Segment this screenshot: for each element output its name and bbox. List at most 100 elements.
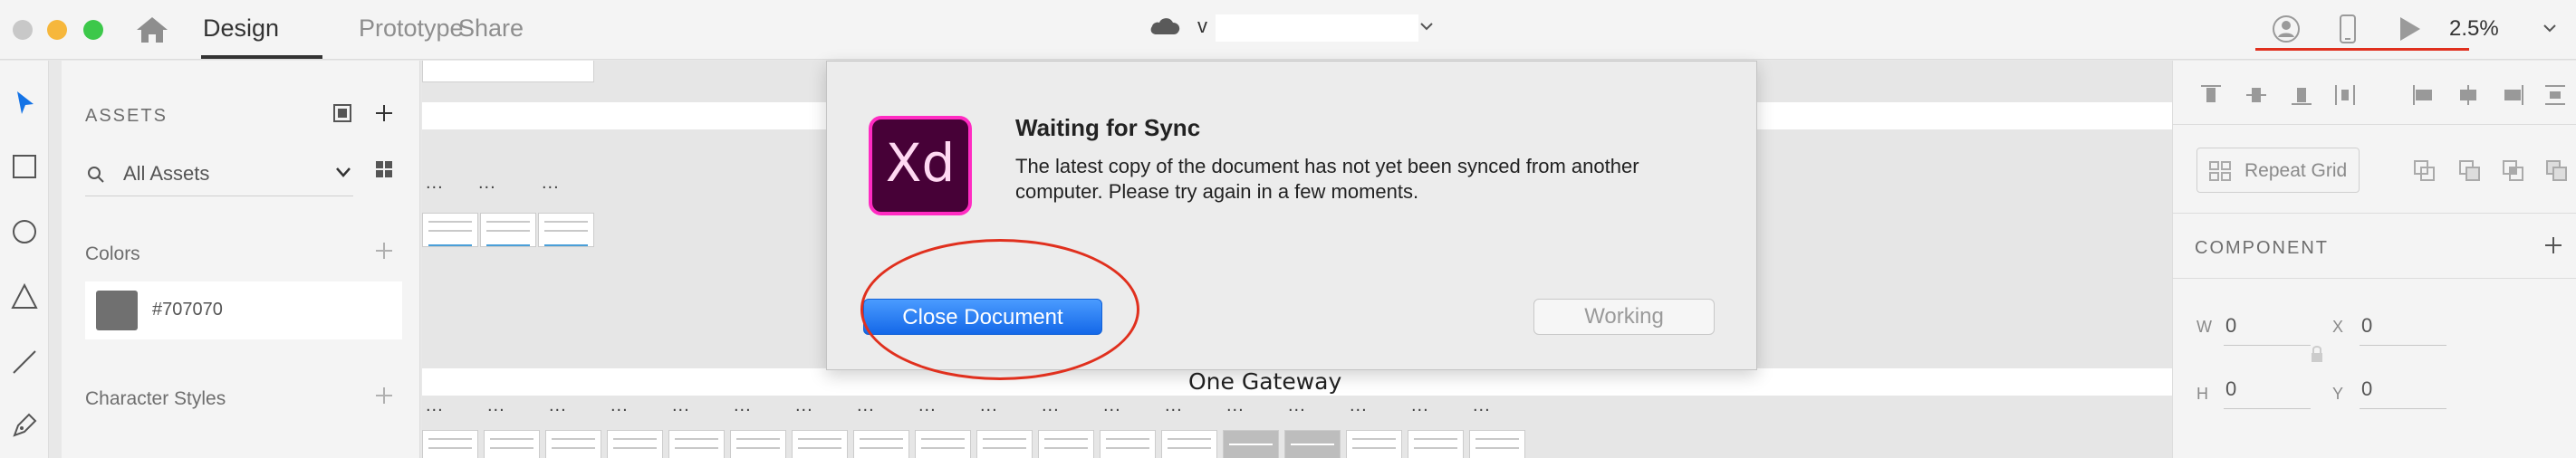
artboard-thumbnail[interactable] <box>484 430 540 458</box>
dialog-title: Waiting for Sync <box>1015 114 1201 141</box>
tab-prototype[interactable]: Prototype <box>359 14 464 43</box>
artboard-thumbnail[interactable] <box>422 213 478 247</box>
artboard-thumbnail[interactable] <box>1469 430 1525 458</box>
align-bottom-icon[interactable] <box>2289 82 2314 108</box>
rectangle-tool-icon[interactable] <box>9 151 40 182</box>
color-swatch-item[interactable]: #707070 <box>85 281 402 339</box>
boolean-add-icon[interactable] <box>2412 158 2437 184</box>
artboard-menu[interactable]: ... <box>672 396 690 416</box>
window-maximize-button[interactable] <box>83 20 103 40</box>
add-icon[interactable] <box>373 102 395 124</box>
align-left-icon[interactable] <box>2410 82 2436 108</box>
artboard-group-title[interactable]: One Gateway <box>1188 368 1341 395</box>
chevron-down-icon[interactable] <box>333 162 353 182</box>
artboard-menu[interactable]: ... <box>918 396 937 416</box>
align-middle-icon[interactable] <box>2244 82 2269 108</box>
artboard-menu[interactable]: ... <box>487 396 505 416</box>
artboard-thumbnail[interactable] <box>607 430 663 458</box>
artboard-thumbnail[interactable] <box>853 430 909 458</box>
user-icon[interactable] <box>2270 13 2302 45</box>
align-center-icon[interactable] <box>2456 82 2481 108</box>
add-color-icon[interactable] <box>373 240 395 262</box>
artboard-thumbnail[interactable] <box>1346 430 1402 458</box>
distribute-vertical-icon[interactable] <box>2332 82 2358 108</box>
repeat-grid-button[interactable]: Repeat Grid <box>2196 148 2360 193</box>
character-styles-section-label: Character Styles <box>85 388 226 409</box>
ellipse-tool-icon[interactable] <box>9 216 40 247</box>
artboard-thumbnail[interactable] <box>915 430 971 458</box>
height-field-underline <box>2224 408 2311 409</box>
search-icon <box>88 167 104 183</box>
boolean-subtract-icon[interactable] <box>2457 158 2483 184</box>
y-field[interactable]: 0 <box>2361 377 2372 401</box>
pen-tool-icon[interactable] <box>9 410 40 441</box>
artboard-menu[interactable]: ... <box>734 396 752 416</box>
window-close-button[interactable] <box>13 20 33 40</box>
artboard-menu[interactable]: ... <box>1350 396 1368 416</box>
align-right-icon[interactable] <box>2501 82 2526 108</box>
lock-aspect-icon[interactable] <box>2309 343 2325 367</box>
repeat-grid-label: Repeat Grid <box>2244 160 2348 181</box>
artboard-thumbnail[interactable] <box>976 430 1033 458</box>
artboard-menu[interactable]: ... <box>1288 396 1306 416</box>
chevron-down-icon[interactable] <box>1418 18 1435 34</box>
artboard-menu[interactable]: ... <box>1103 396 1121 416</box>
home-icon[interactable] <box>134 14 170 45</box>
zoom-level[interactable]: 2.5% <box>2449 16 2499 42</box>
boolean-intersect-icon[interactable] <box>2501 158 2526 184</box>
line-tool-icon[interactable] <box>9 347 40 377</box>
artboard-thumbnail[interactable] <box>1161 430 1217 458</box>
artboard-thumbnail[interactable] <box>1408 430 1464 458</box>
window-minimize-button[interactable] <box>47 20 67 40</box>
artboard-menu[interactable]: ... <box>542 173 560 194</box>
select-tool-icon[interactable] <box>9 88 40 119</box>
artboard-menu[interactable]: ... <box>426 173 444 194</box>
library-icon[interactable] <box>332 102 353 124</box>
artboard-menu[interactable]: ... <box>478 173 496 194</box>
artboard-thumbnail[interactable] <box>730 430 786 458</box>
xd-logo-text: Xd <box>885 132 956 194</box>
artboard-menu[interactable]: ... <box>857 396 875 416</box>
tab-design[interactable]: Design <box>203 14 279 43</box>
artboard-thumbnail[interactable] <box>1223 430 1279 458</box>
chevron-down-icon[interactable] <box>2542 20 2558 36</box>
artboard-menu[interactable]: ... <box>980 396 998 416</box>
polygon-tool-icon[interactable] <box>9 281 40 312</box>
artboard-menu[interactable]: ... <box>1411 396 1429 416</box>
tab-share[interactable]: Share <box>458 14 524 43</box>
divider <box>2173 124 2576 125</box>
add-character-style-icon[interactable] <box>373 385 395 406</box>
artboard-menu[interactable]: ... <box>1473 396 1491 416</box>
mobile-preview-icon[interactable] <box>2335 13 2360 45</box>
grid-view-icon[interactable] <box>373 158 395 180</box>
artboard-menu[interactable]: ... <box>610 396 629 416</box>
artboard-thumbnail[interactable] <box>1038 430 1094 458</box>
play-icon[interactable] <box>2395 13 2424 45</box>
artboard-menu[interactable]: ... <box>1042 396 1060 416</box>
artboard-thumbnail[interactable] <box>1284 430 1341 458</box>
distribute-horizontal-icon[interactable] <box>2542 82 2568 108</box>
artboard-thumbnail[interactable] <box>480 213 536 247</box>
cloud-icon <box>1150 18 1180 34</box>
artboard-thumbnail[interactable] <box>1100 430 1156 458</box>
artboard-menu[interactable]: ... <box>549 396 567 416</box>
align-top-icon[interactable] <box>2198 82 2224 108</box>
artboard-thumbnail[interactable] <box>545 430 601 458</box>
top-bar: Design Prototype Share v 2.5% <box>0 0 2576 60</box>
artboard-menu[interactable]: ... <box>1165 396 1183 416</box>
assets-filter[interactable]: All Assets <box>85 158 353 196</box>
boolean-exclude-icon[interactable] <box>2544 158 2570 184</box>
width-field[interactable]: 0 <box>2225 314 2236 338</box>
document-name[interactable]: v <box>1197 14 1207 38</box>
x-field[interactable]: 0 <box>2361 314 2372 338</box>
add-component-icon[interactable] <box>2542 234 2564 256</box>
artboard-thumbnail[interactable] <box>538 213 594 247</box>
artboard-menu[interactable]: ... <box>1226 396 1245 416</box>
artboard-menu[interactable]: ... <box>795 396 813 416</box>
artboard-menu[interactable]: ... <box>426 396 444 416</box>
artboard-thumbnail[interactable] <box>792 430 848 458</box>
artboard-thumbnail[interactable] <box>668 430 725 458</box>
divider <box>2173 213 2576 214</box>
height-field[interactable]: 0 <box>2225 377 2236 401</box>
artboard-thumbnail[interactable] <box>422 430 478 458</box>
